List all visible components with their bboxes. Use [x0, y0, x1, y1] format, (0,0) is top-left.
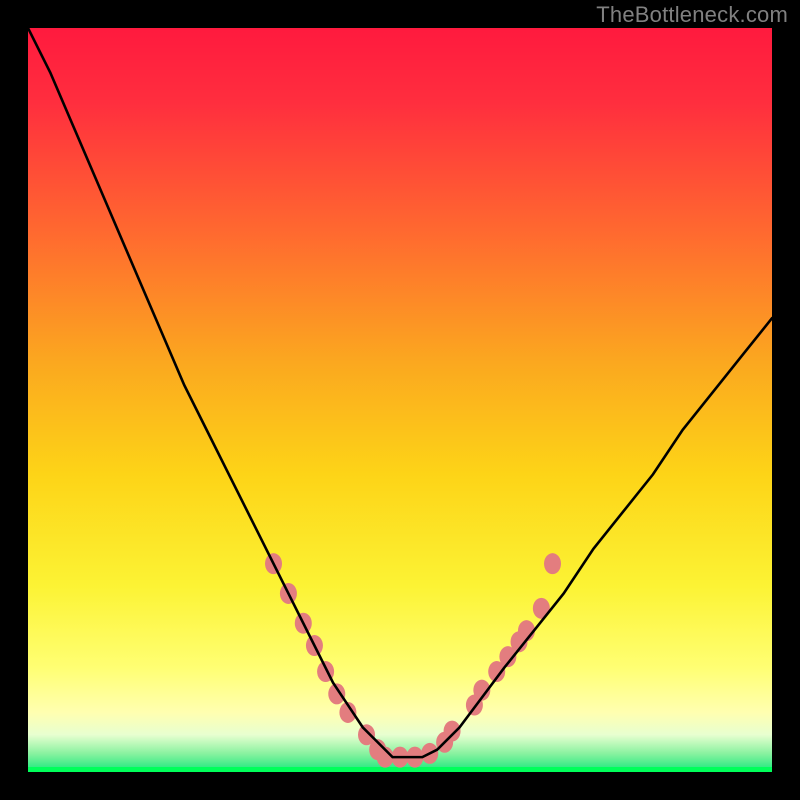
bottleneck-chart — [28, 28, 772, 772]
watermark-text: TheBottleneck.com — [596, 2, 788, 28]
gradient-background — [28, 28, 772, 772]
data-point-marker — [544, 553, 561, 574]
bright-green-baseline — [28, 767, 772, 772]
plot-area — [28, 28, 772, 772]
chart-frame: TheBottleneck.com — [0, 0, 800, 800]
data-point-marker — [444, 721, 461, 742]
